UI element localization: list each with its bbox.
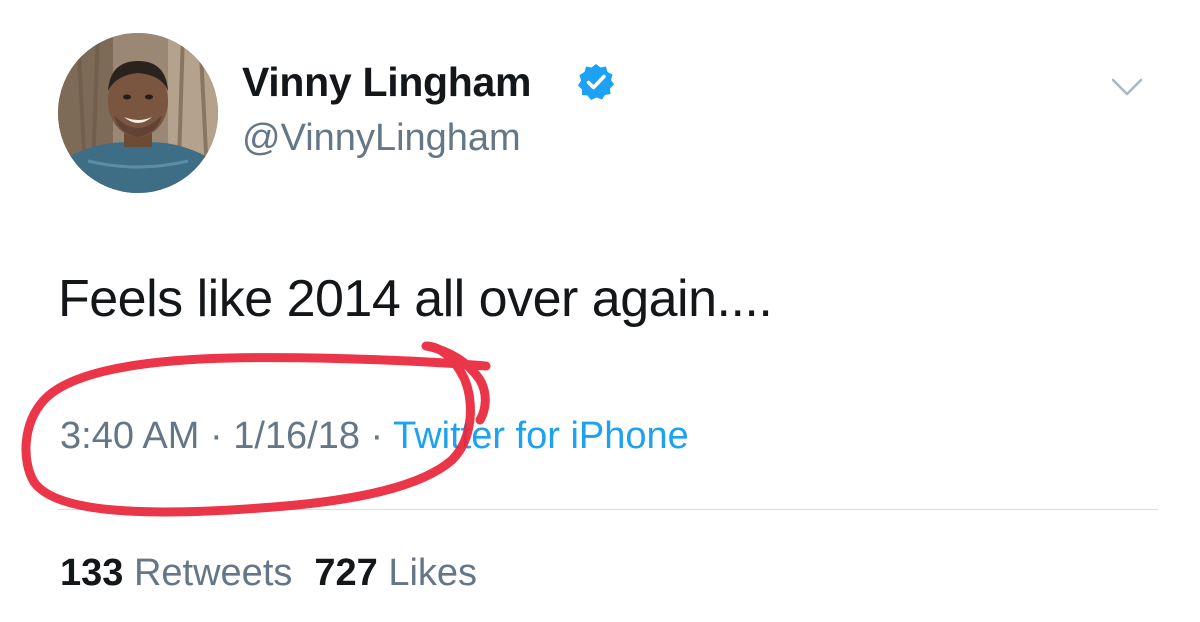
likes-label: Likes: [388, 552, 478, 594]
tweet-meta: 3:40 AM · 1/16/18 · Twitter for iPhone: [60, 412, 689, 460]
meta-separator: ·: [199, 415, 234, 457]
tweet-time[interactable]: 3:40 AM: [60, 415, 199, 457]
tweet-card: Vinny Lingham @VinnyLingham Feels like 2…: [0, 0, 1200, 622]
divider: [58, 509, 1158, 510]
author-display-name[interactable]: Vinny Lingham: [242, 58, 532, 106]
retweets-label: Retweets: [133, 552, 293, 594]
retweets-stat[interactable]: 133 Retweets: [60, 552, 292, 594]
avatar[interactable]: [58, 33, 218, 193]
tweet-stats: 133 Retweets 727 Likes: [60, 549, 477, 597]
profile-photo: [58, 33, 218, 193]
chevron-down-icon[interactable]: [1110, 75, 1144, 99]
verified-badge-icon: [578, 64, 614, 100]
tweet-source-link[interactable]: Twitter for iPhone: [393, 415, 689, 457]
likes-stat[interactable]: 727 Likes: [314, 552, 477, 594]
meta-separator: ·: [360, 415, 394, 457]
retweets-count: 133: [60, 552, 124, 594]
likes-count: 727: [314, 552, 378, 594]
tweet-date[interactable]: 1/16/18: [233, 415, 360, 457]
author-handle[interactable]: @VinnyLingham: [242, 115, 521, 161]
tweet-text: Feels like 2014 all over again....: [58, 270, 773, 328]
